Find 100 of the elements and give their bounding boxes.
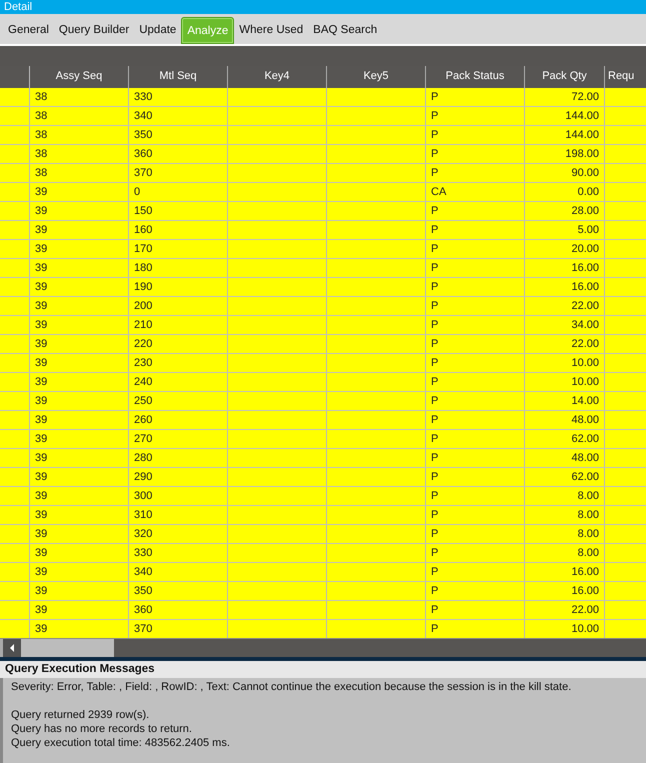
table-cell: 0 (129, 183, 228, 201)
table-cell: 144.00 (525, 107, 605, 125)
table-cell: 144.00 (525, 126, 605, 144)
tab[interactable]: General (3, 17, 54, 43)
table-cell: 39 (30, 487, 129, 505)
table-cell: 39 (30, 202, 129, 220)
table-cell: 160 (129, 221, 228, 239)
table-cell: 38 (30, 107, 129, 125)
table-cell: 220 (129, 335, 228, 353)
tab[interactable]: Where Used (234, 17, 308, 43)
table-cell: 16.00 (525, 259, 605, 277)
table-cell: P (426, 278, 525, 296)
table-cell: 150 (129, 202, 228, 220)
table-cell: P (426, 392, 525, 410)
table-cell: 170 (129, 240, 228, 258)
table-cell: 320 (129, 525, 228, 543)
table-cell: 16.00 (525, 582, 605, 600)
table-cell: 22.00 (525, 601, 605, 619)
table-cell: P (426, 202, 525, 220)
table-cell: 39 (30, 183, 129, 201)
message-text: Query execution total time: 483562.2405 ms. (11, 736, 231, 750)
table-cell: 340 (129, 563, 228, 581)
table-cell: 39 (30, 240, 129, 258)
table-cell: 39 (30, 278, 129, 296)
table-cell: 38 (30, 126, 129, 144)
table-cell: 39 (30, 259, 129, 277)
table-cell: P (426, 468, 525, 486)
message-text: Query returned 2939 row(s). (11, 708, 150, 722)
table-cell: 8.00 (525, 544, 605, 562)
table-cell: 39 (30, 601, 129, 619)
tab[interactable]: BAQ Search (308, 17, 382, 43)
table-cell: 39 (30, 316, 129, 334)
table-cell: 280 (129, 449, 228, 467)
table-cell: 34.00 (525, 316, 605, 334)
table-cell: P (426, 525, 525, 543)
table-cell: P (426, 449, 525, 467)
table-cell: 22.00 (525, 297, 605, 315)
table-cell: 330 (129, 544, 228, 562)
table-cell: 350 (129, 126, 228, 144)
table-cell: 39 (30, 563, 129, 581)
table-cell: 198.00 (525, 145, 605, 163)
table-cell: 39 (30, 335, 129, 353)
table-cell: 39 (30, 430, 129, 448)
table-cell: P (426, 487, 525, 505)
table-cell: 62.00 (525, 430, 605, 448)
table-cell: P (426, 601, 525, 619)
table-cell: 39 (30, 221, 129, 239)
scrollbar-thumb[interactable] (21, 639, 114, 657)
table-cell: P (426, 221, 525, 239)
table-cell: 8.00 (525, 487, 605, 505)
table-cell: P (426, 88, 525, 106)
table-cell: P (426, 297, 525, 315)
table-cell: 20.00 (525, 240, 605, 258)
table-cell: 16.00 (525, 278, 605, 296)
table-cell: 39 (30, 544, 129, 562)
table-cell: P (426, 563, 525, 581)
table-cell: 290 (129, 468, 228, 486)
table-cell: 8.00 (525, 506, 605, 524)
table-cell: 0.00 (525, 183, 605, 201)
table-cell: 360 (129, 601, 228, 619)
table-cell: 16.00 (525, 563, 605, 581)
table-cell: 90.00 (525, 164, 605, 182)
table-cell: P (426, 164, 525, 182)
table-cell: 10.00 (525, 373, 605, 391)
tab[interactable]: Update (134, 17, 182, 43)
table-cell: 38 (30, 164, 129, 182)
table-cell: P (426, 544, 525, 562)
table-cell: 39 (30, 392, 129, 410)
table-cell: 8.00 (525, 525, 605, 543)
table-cell: P (426, 107, 525, 125)
table-cell: P (426, 240, 525, 258)
table-cell: 39 (30, 373, 129, 391)
table-cell: 310 (129, 506, 228, 524)
table-cell: 48.00 (525, 411, 605, 429)
table-cell: 72.00 (525, 88, 605, 106)
table-cell: 350 (129, 582, 228, 600)
horizontal-scrollbar[interactable] (0, 638, 646, 657)
table-cell: 360 (129, 145, 228, 163)
table-cell: 39 (30, 506, 129, 524)
table-cell: 200 (129, 297, 228, 315)
window-title: Detail (4, 1, 32, 13)
table-cell: 340 (129, 107, 228, 125)
table-cell: 10.00 (525, 354, 605, 372)
table-cell: 39 (30, 297, 129, 315)
table-cell: P (426, 373, 525, 391)
table-cell: 270 (129, 430, 228, 448)
message-text: Severity: Error, Table: , Field: , RowID: , Text: Cannot continue the execution because the session is in the kill state. (11, 680, 572, 694)
table-cell: 62.00 (525, 468, 605, 486)
scroll-left-button[interactable] (0, 639, 21, 657)
table-cell: 28.00 (525, 202, 605, 220)
tab[interactable]: Query Builder (54, 17, 134, 43)
table-cell: 39 (30, 525, 129, 543)
table-cell: 190 (129, 278, 228, 296)
table-cell: 39 (30, 582, 129, 600)
table-cell: P (426, 582, 525, 600)
table-cell: 250 (129, 392, 228, 410)
table-cell: P (426, 259, 525, 277)
table-cell: 330 (129, 88, 228, 106)
table-cell: 260 (129, 411, 228, 429)
table-cell: 210 (129, 316, 228, 334)
